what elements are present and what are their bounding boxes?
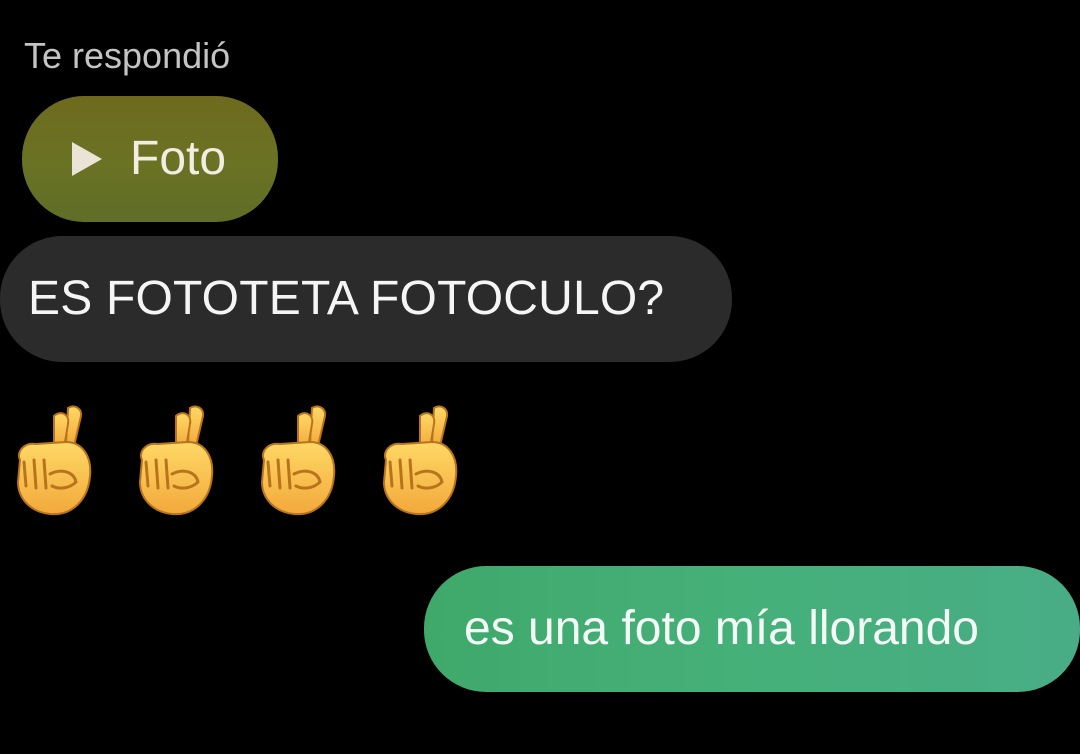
received-message-text: ES FOTOTETA FOTOCULO? xyxy=(28,272,665,325)
chat-screen: Te respondió Foto ES FOTOTETA FOTOCULO? xyxy=(0,0,1080,754)
sent-message-text: es una foto mía llorando xyxy=(464,602,979,655)
sent-message-bubble[interactable]: es una foto mía llorando xyxy=(424,566,1080,692)
crossed-fingers-emoji xyxy=(138,405,214,516)
replied-photo-bubble[interactable]: Foto xyxy=(22,96,278,222)
reply-header-label: Te respondió xyxy=(24,35,231,76)
crossed-fingers-emoji xyxy=(260,405,336,516)
emoji-message[interactable] xyxy=(10,402,462,522)
photo-label: Foto xyxy=(130,132,227,185)
received-message-bubble[interactable]: ES FOTOTETA FOTOCULO? xyxy=(0,236,732,362)
play-icon xyxy=(72,142,102,176)
crossed-fingers-emoji xyxy=(382,405,458,516)
crossed-fingers-emoji xyxy=(16,405,92,516)
